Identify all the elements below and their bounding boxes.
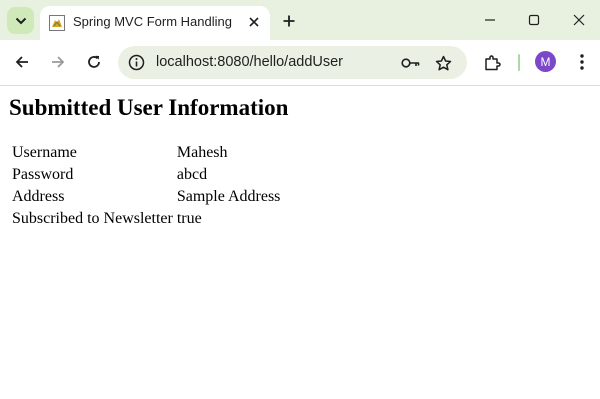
toolbar-divider xyxy=(518,54,520,71)
field-label: Username xyxy=(12,144,77,161)
arrow-left-icon xyxy=(15,56,28,68)
chevron-down-icon xyxy=(15,17,26,24)
site-info-icon[interactable] xyxy=(128,54,145,71)
field-label: Subscribed to Newsletter xyxy=(12,210,173,227)
close-window-button[interactable] xyxy=(567,8,591,32)
field-value: abcd xyxy=(176,166,208,183)
reload-button[interactable] xyxy=(82,50,106,74)
browser-tab[interactable]: Spring MVC Form Handling xyxy=(40,6,270,40)
title-bar: Spring MVC Form Handling xyxy=(0,0,600,40)
maximize-icon xyxy=(528,14,540,26)
table-row: Password abcd xyxy=(11,165,281,185)
close-icon xyxy=(249,17,259,27)
password-manager-button[interactable] xyxy=(400,52,422,74)
menu-button[interactable] xyxy=(570,50,594,74)
page-title: Submitted User Information xyxy=(9,95,289,120)
extensions-button[interactable] xyxy=(480,50,504,74)
page-content: Submitted User Information Username Mahe… xyxy=(0,86,600,399)
close-icon xyxy=(573,14,585,26)
arrow-right-icon xyxy=(52,56,65,68)
field-value: Sample Address xyxy=(176,188,281,205)
star-icon xyxy=(435,55,451,70)
minimize-button[interactable] xyxy=(478,8,502,32)
field-value: Mahesh xyxy=(176,144,228,161)
table-row: Subscribed to Newsletter true xyxy=(11,209,281,229)
profile-avatar[interactable]: M xyxy=(535,51,556,72)
tab-title: Spring MVC Form Handling xyxy=(73,14,232,29)
table-row: Address Sample Address xyxy=(11,187,281,207)
browser-toolbar: localhost:8080/hello/addUser M xyxy=(0,40,600,86)
spring-tomcat-favicon-icon xyxy=(49,15,65,31)
table-row: Username Mahesh xyxy=(11,143,281,163)
maximize-button[interactable] xyxy=(522,8,546,32)
address-bar[interactable]: localhost:8080/hello/addUser xyxy=(118,46,467,79)
field-label: Password xyxy=(12,166,74,183)
field-label: Address xyxy=(12,188,65,205)
field-value: true xyxy=(176,210,202,227)
plus-icon xyxy=(283,15,295,27)
back-button[interactable] xyxy=(10,50,34,74)
tab-close-button[interactable] xyxy=(245,13,263,31)
bookmark-button[interactable] xyxy=(432,52,454,74)
reload-icon xyxy=(88,55,100,68)
puzzle-piece-icon xyxy=(484,54,501,70)
key-icon xyxy=(401,58,420,68)
forward-button[interactable] xyxy=(46,50,70,74)
more-vertical-icon xyxy=(580,54,584,70)
url-text[interactable]: localhost:8080/hello/addUser xyxy=(156,54,343,70)
user-info-table: Username Mahesh Password abcd Address Sa… xyxy=(9,141,283,231)
new-tab-button[interactable] xyxy=(278,10,300,32)
tab-search-button[interactable] xyxy=(7,7,34,34)
minimize-icon xyxy=(485,19,495,21)
